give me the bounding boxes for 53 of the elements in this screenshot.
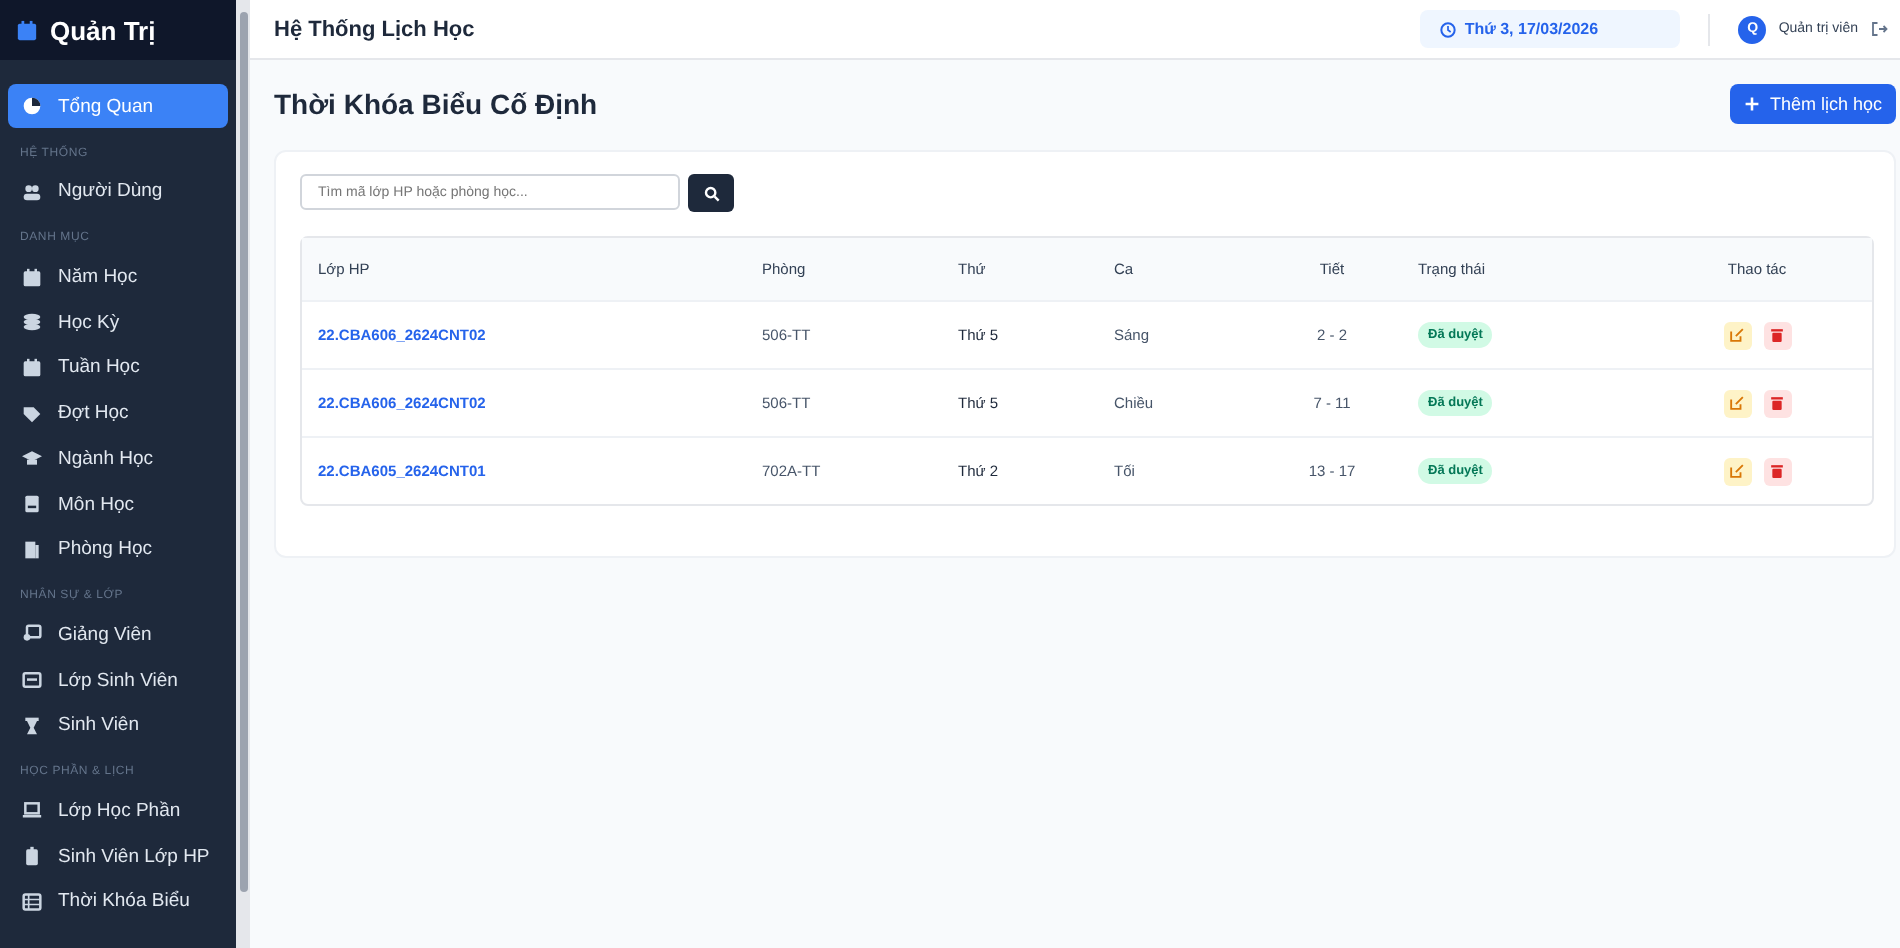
edit-icon (1730, 328, 1744, 342)
sidebar-item[interactable]: Ngành Học (8, 436, 228, 482)
calendar-icon (16, 19, 38, 41)
edit-button[interactable] (1723, 389, 1751, 417)
logout-icon[interactable] (1870, 20, 1888, 38)
sidebar-item[interactable]: Học Kỳ (8, 300, 228, 345)
edit-icon (1730, 396, 1744, 410)
search-icon (703, 185, 719, 201)
date-badge: Thứ 3, 17/03/2026 (1420, 10, 1681, 48)
calendar-icon (22, 267, 42, 288)
sidebar-item[interactable]: Sinh Viên Lớp HP (8, 833, 228, 879)
users-icon (22, 181, 42, 202)
calendar-icon (22, 357, 42, 378)
delete-button[interactable] (1763, 321, 1791, 349)
sidebar-item[interactable]: Giảng Viên (8, 612, 228, 658)
badge-icon (22, 846, 42, 867)
clock-icon (1440, 21, 1457, 37)
door-icon (22, 539, 42, 560)
sidebar-item[interactable]: Môn Học (8, 481, 228, 527)
edit-button[interactable] (1723, 457, 1751, 485)
delete-button[interactable] (1763, 389, 1791, 417)
layers-icon (22, 312, 42, 333)
delete-button[interactable] (1763, 457, 1791, 485)
sidebar-item[interactable]: Năm Học (8, 254, 228, 300)
edit-icon (1730, 464, 1744, 478)
chart-icon (22, 96, 42, 117)
edit-button[interactable] (1723, 321, 1751, 349)
laptop-icon (22, 800, 42, 821)
brand-name: Quản Trị (50, 15, 156, 45)
sidebar-item[interactable]: Đợt Học (8, 390, 228, 436)
tag-icon (22, 403, 42, 424)
search-button[interactable] (688, 174, 734, 212)
trash-icon (1770, 396, 1784, 410)
sidebar-item[interactable]: Lớp Học Phần (8, 788, 228, 834)
card-icon (22, 670, 42, 691)
trash-icon (1770, 464, 1784, 478)
add-schedule-button[interactable]: Thêm lịch học (1729, 84, 1896, 124)
sidebar-item[interactable]: Lớp Sinh Viên (8, 657, 228, 703)
sidebar-item[interactable]: Người Dùng (8, 169, 228, 215)
table-icon (22, 891, 42, 912)
app-title: Hệ Thống Lịch Học (274, 17, 477, 41)
book-icon (22, 494, 42, 514)
person-icon (22, 715, 42, 736)
sidebar-item[interactable]: Phòng Học (8, 527, 228, 572)
sidebar-item[interactable]: Sinh Viên (8, 703, 228, 748)
sidebar-item[interactable]: Tổng Quan (8, 84, 228, 129)
sidebar-item[interactable]: Tuần Học (8, 345, 228, 391)
plus-icon (1743, 96, 1760, 112)
page-title: Thời Khóa Biểu Cố Định (274, 88, 598, 120)
trash-icon (1770, 328, 1784, 342)
cap-icon (22, 448, 42, 469)
board-icon (22, 624, 42, 645)
sidebar-item[interactable]: Thời Khóa Biểu (8, 879, 228, 925)
